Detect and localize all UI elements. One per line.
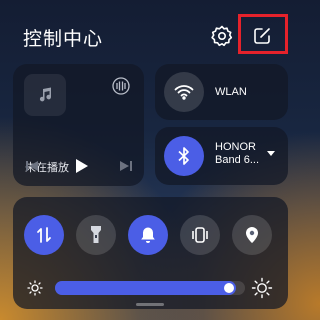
drag-handle[interactable] <box>136 303 164 306</box>
previous-icon[interactable] <box>25 159 39 173</box>
edit-icon[interactable] <box>253 27 271 45</box>
album-art <box>24 74 66 116</box>
bluetooth-tile[interactable]: HONOR Band 6... <box>155 127 288 185</box>
chevron-down-icon[interactable] <box>267 151 275 156</box>
brightness-low-icon <box>27 280 43 296</box>
vibrate-icon[interactable] <box>180 215 220 255</box>
audio-output-icon[interactable] <box>111 76 131 96</box>
media-card[interactable]: 未在播放 <box>13 64 144 186</box>
wlan-tile[interactable]: WLAN <box>155 64 288 120</box>
flashlight-icon[interactable] <box>76 215 116 255</box>
bluetooth-device-model: Band 6... <box>215 154 260 166</box>
mobile-data-icon[interactable] <box>24 215 64 255</box>
play-icon[interactable] <box>72 157 90 175</box>
page-title: 控制中心 <box>23 29 104 50</box>
wlan-label: WLAN <box>215 86 247 98</box>
gear-icon[interactable] <box>210 24 234 48</box>
bluetooth-device-name: HONOR <box>215 141 256 153</box>
brightness-slider-fill <box>55 281 236 295</box>
brightness-slider-thumb[interactable] <box>223 283 234 293</box>
quick-toggles-panel <box>13 197 288 309</box>
bluetooth-icon[interactable] <box>164 136 204 176</box>
next-icon[interactable] <box>119 159 133 173</box>
location-icon[interactable] <box>232 215 272 255</box>
wifi-icon[interactable] <box>164 72 204 112</box>
music-note-icon <box>39 87 52 102</box>
brightness-slider[interactable] <box>55 281 245 295</box>
brightness-high-icon <box>251 277 273 299</box>
bell-icon[interactable] <box>128 215 168 255</box>
